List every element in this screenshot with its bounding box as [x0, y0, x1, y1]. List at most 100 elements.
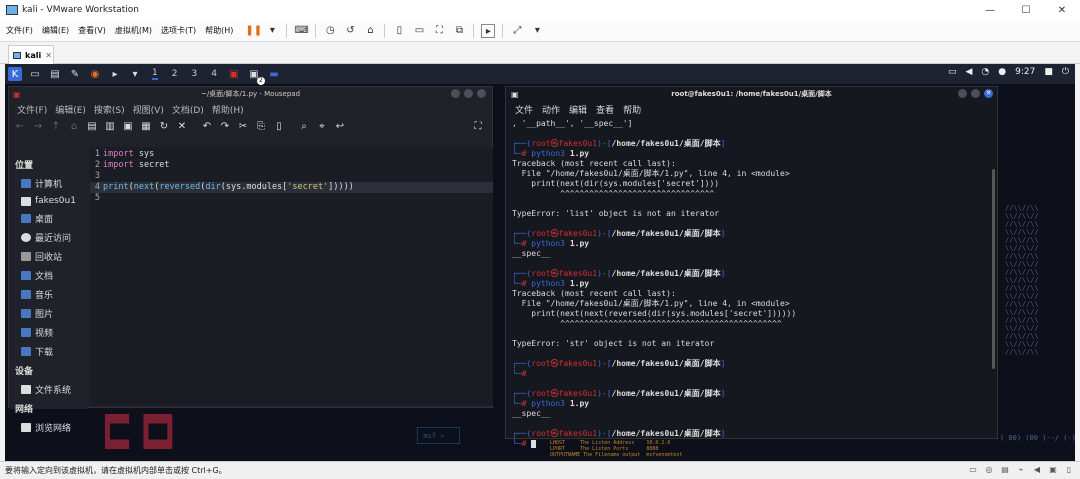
code-line[interactable]: 2 import secret [90, 160, 493, 171]
launcher-dropdown-icon[interactable]: ▾ [128, 67, 142, 81]
menu-edit[interactable]: 编辑(E) [55, 103, 86, 116]
sidebar-item-network[interactable]: 浏览网络 [9, 418, 88, 437]
console-view-icon[interactable]: ▸ [481, 23, 496, 38]
message-icon[interactable]: ▯ [1064, 465, 1074, 475]
sidebar-item-home[interactable]: fakes0u1 [9, 193, 88, 209]
menu-tabs[interactable]: 选项卡(T) [158, 25, 199, 36]
power-icon[interactable]: ⏻ [1062, 67, 1069, 77]
menu-actions[interactable]: 动作 [542, 103, 560, 116]
menu-view[interactable]: 视图(V) [133, 103, 164, 116]
workspace-3[interactable]: 3 [191, 69, 197, 79]
file-manager-icon[interactable]: ▤ [48, 67, 62, 81]
kali-menu-icon[interactable]: K [8, 67, 22, 81]
snapshot-manager-icon[interactable]: ⌂ [363, 24, 377, 38]
network-adapter-icon[interactable]: ▤ [1000, 465, 1010, 475]
unity-icon[interactable]: ⧉ [452, 24, 466, 38]
menu-file[interactable]: 文件(F) [3, 25, 36, 36]
undo-icon[interactable]: ↶ [199, 121, 215, 132]
stretch-dropdown-icon[interactable]: ▾ [530, 24, 544, 38]
maximize-button[interactable]: ☐ [1008, 0, 1044, 20]
sidebar-item-documents[interactable]: 文档 [9, 266, 88, 285]
lock-icon[interactable]: ■ [1044, 67, 1053, 77]
menu-document[interactable]: 文档(D) [172, 103, 204, 116]
close-button[interactable]: ✕ [1044, 0, 1080, 20]
code-line[interactable]: 5 [90, 193, 493, 204]
volume-icon[interactable]: ◀ [966, 67, 973, 77]
forward-icon[interactable]: → [30, 121, 46, 132]
library-icon[interactable]: ▯ [392, 24, 406, 38]
terminal-output[interactable]: , '__path__', '__spec__'] ┌──(root㉿fakes… [506, 117, 997, 451]
code-line[interactable]: 1 import sys [90, 149, 493, 160]
cdrom-icon[interactable]: ◎ [984, 465, 994, 475]
terminal-titlebar[interactable]: ▣ root@fakes0u1: /home/fakes0u1/桌面/脚本 ✕ [506, 87, 997, 101]
reload-icon[interactable]: ↻ [156, 121, 172, 132]
menu-help[interactable]: 帮助 [623, 103, 641, 116]
sidebar-item-downloads[interactable]: 下载 [9, 342, 88, 361]
up-icon[interactable]: ↑ [48, 121, 64, 132]
menu-file[interactable]: 文件 [515, 103, 533, 116]
tab-kali[interactable]: kali ✕ [8, 45, 54, 64]
notification-icon[interactable]: ◔ [981, 67, 989, 77]
menu-help[interactable]: 帮助(H) [202, 25, 236, 36]
sidebar-item-recent[interactable]: 最近访问 [9, 228, 88, 247]
menu-help[interactable]: 帮助(H) [212, 103, 244, 116]
goto-icon[interactable]: ↩ [332, 121, 348, 132]
menu-vm[interactable]: 虚拟机(M) [112, 25, 155, 36]
terminal-cursor[interactable] [531, 439, 537, 448]
paste-icon[interactable]: ▯ [271, 121, 287, 132]
code-editor[interactable]: 1 import sys 2 import secret 3 4 print(next(r… [90, 147, 493, 405]
workspace-2[interactable]: 2 [172, 69, 178, 79]
search-icon[interactable]: ⌕ [296, 121, 312, 132]
code-line[interactable]: 4 print(next(reversed(dir(sys.modules['se… [90, 182, 493, 193]
terminal-task-icon[interactable]: ▣ 2 [247, 67, 265, 85]
menu-view[interactable]: 查看(V) [75, 25, 109, 36]
terminal-icon[interactable]: ▸ [108, 67, 122, 81]
display-icon[interactable]: ▣ [1048, 465, 1058, 475]
sound-icon[interactable]: ◀ [1032, 465, 1042, 475]
close-tab-icon[interactable]: ✕ [45, 51, 52, 60]
menu-view[interactable]: 查看 [596, 103, 614, 116]
send-ctrl-alt-del-icon[interactable]: ⌨ [294, 24, 308, 38]
maximize-button[interactable] [971, 89, 980, 98]
menu-search[interactable]: 搜索(S) [94, 103, 125, 116]
close-button[interactable] [477, 89, 486, 98]
menu-edit[interactable]: 编辑(E) [39, 25, 72, 36]
minimize-button[interactable] [958, 89, 967, 98]
copy-icon[interactable]: ⎘ [253, 121, 269, 132]
home-icon[interactable]: ⌂ [66, 121, 82, 132]
save-as-icon[interactable]: ▦ [138, 121, 154, 132]
minimize-button[interactable] [451, 89, 460, 98]
minimize-button[interactable]: — [972, 0, 1008, 20]
sidebar-item-music[interactable]: 音乐 [9, 285, 88, 304]
close-button[interactable]: ✕ [984, 89, 993, 98]
sidebar-item-filesystem[interactable]: 文件系统 [9, 380, 88, 399]
thumbnail-icon[interactable]: ▭ [412, 24, 426, 38]
find-replace-icon[interactable]: ⌖ [314, 121, 330, 132]
menu-file[interactable]: 文件(F) [17, 103, 47, 116]
firefox-icon[interactable]: ◉ [88, 67, 102, 81]
save-icon[interactable]: ▣ [120, 121, 136, 132]
code-content[interactable]: 1 import sys 2 import secret 3 4 print(next(r… [90, 147, 493, 204]
clock[interactable]: 9:27 [1015, 67, 1035, 77]
sidebar-item-trash[interactable]: 回收站 [9, 247, 88, 266]
revert-snapshot-icon[interactable]: ↺ [343, 24, 357, 38]
power-status-icon[interactable]: ● [998, 67, 1006, 77]
show-desktop-icon[interactable]: ▭ [28, 67, 42, 81]
folder-task-icon[interactable]: ▬ [267, 67, 281, 81]
guest-desktop[interactable]: ▪▪▪▪▪ ▪ ▪▪▪ ▪▪ ▪▪▪▪▪▪ ▪ ▪▪▪▪ ▪▪ ▪▪▪ ▪▪▪▪… [5, 64, 1075, 461]
fullscreen-icon[interactable]: ⛶ [432, 24, 446, 38]
snapshot-icon[interactable]: ◷ [323, 24, 337, 38]
text-editor-icon[interactable]: ✎ [68, 67, 82, 81]
hdd-icon[interactable]: ▭ [968, 465, 978, 475]
mousepad-task-icon[interactable]: ▣ [227, 67, 241, 81]
stretch-icon[interactable]: ⤢ [510, 24, 524, 38]
usb-icon[interactable]: ⌁ [1016, 465, 1026, 475]
dropdown-icon[interactable]: ▾ [265, 24, 279, 38]
mousepad-titlebar[interactable]: ▣ ~/桌面/脚本/1.py - Mousepad [9, 87, 492, 101]
terminal-scrollbar[interactable] [992, 169, 995, 369]
redo-icon[interactable]: ↷ [217, 121, 233, 132]
sidebar-item-computer[interactable]: 计算机 [9, 174, 88, 193]
back-icon[interactable]: ← [12, 121, 28, 132]
close-file-icon[interactable]: ✕ [174, 121, 190, 132]
sidebar-item-pictures[interactable]: 图片 [9, 304, 88, 323]
